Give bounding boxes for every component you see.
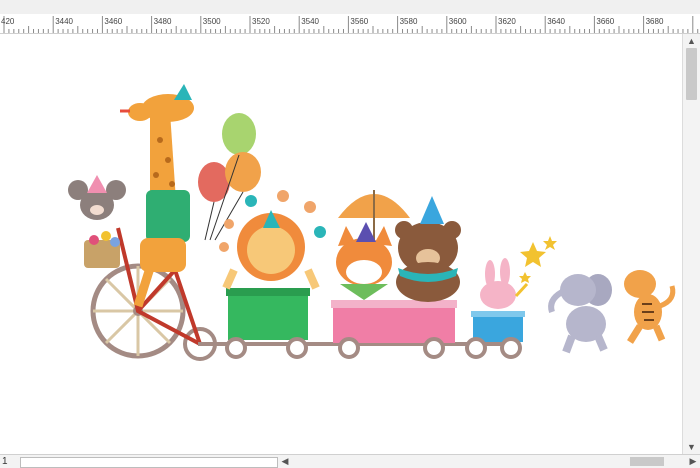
ruler-label: 3540 [301,17,319,26]
elephant-character [548,274,612,354]
ruler-label: 3600 [449,17,467,26]
horizontal-scroll-thumb[interactable] [630,457,664,466]
tiger-character [624,270,676,344]
ruler-label: 3560 [350,17,368,26]
ruler-label: 3480 [154,17,172,26]
drawing-canvas[interactable] [0,34,682,454]
page-indicator: 1 [2,456,8,467]
ruler-label: 3620 [498,17,516,26]
ruler-scale: 420 3440 3460 3480 3500 3520 3540 3560 3580 3600 3… [1,16,699,33]
ruler-label: 3680 [646,17,664,26]
chevron-left-icon: ◀ [281,456,289,466]
lion-character [222,210,320,290]
scroll-down-button[interactable]: ▼ [683,440,700,454]
train [198,288,525,359]
scroll-left-button[interactable]: ◀ [278,455,292,468]
ruler-label: 3640 [547,17,565,26]
ruler-label: 3520 [252,17,270,26]
ruler-label: 3440 [55,17,73,26]
window-top-strip [0,0,700,14]
stars [519,236,557,283]
horizontal-scrollbar-bar[interactable]: 1 ◀ ▶ [0,454,700,468]
chevron-up-icon: ▲ [687,36,696,46]
ruler-label: 3580 [400,17,418,26]
ruler-label: 3460 [104,17,122,26]
parade-illustration [68,84,676,361]
vertical-scrollbar[interactable]: ▲ ▼ [682,34,700,454]
ruler-label: 420 [1,17,15,26]
vertical-scroll-thumb[interactable] [686,48,697,100]
ruler-label: 3660 [596,17,614,26]
ruler-label: 3500 [203,17,221,26]
page-tab-track[interactable] [20,457,278,468]
horizontal-ruler[interactable]: 420 3440 3460 3480 3500 3520 3540 3560 3580 3600 3… [0,14,700,34]
fox-character [336,222,392,300]
chevron-right-icon: ▶ [689,456,697,466]
scroll-up-button[interactable]: ▲ [683,34,700,48]
mouse-character [68,175,126,220]
scroll-right-button[interactable]: ▶ [686,455,700,468]
rabbit-character [480,258,529,309]
chevron-down-icon: ▼ [687,442,696,452]
